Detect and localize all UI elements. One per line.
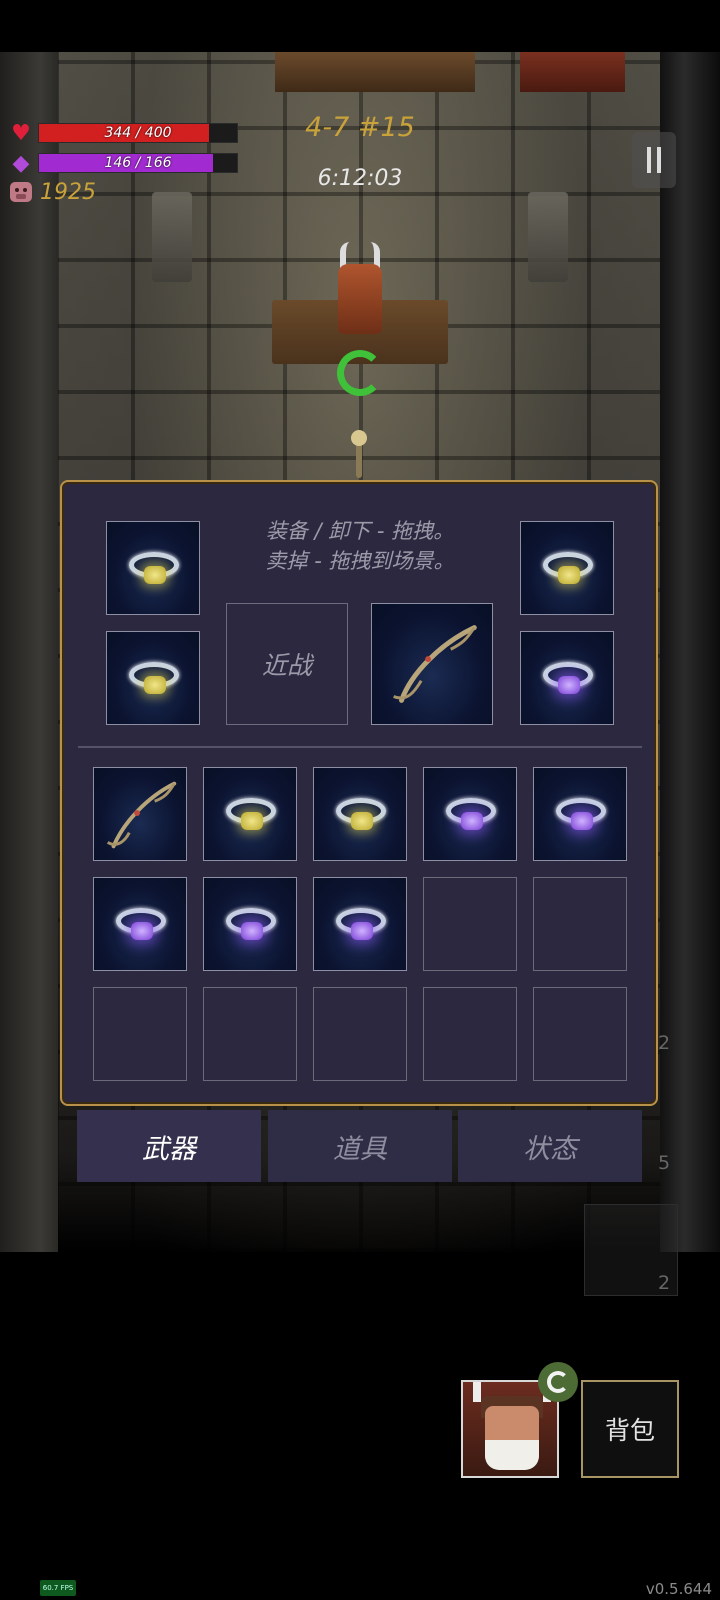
- backpack-button[interactable]: 背包: [581, 1380, 679, 1478]
- inventory-slot[interactable]: [93, 767, 187, 861]
- mp-row: ◆ 146 / 166: [8, 150, 238, 176]
- pig-icon: [8, 179, 34, 205]
- inventory-slot-empty[interactable]: [533, 987, 627, 1081]
- side-count: 5: [658, 1152, 671, 1174]
- inventory-slot[interactable]: [423, 767, 517, 861]
- portrait-beard: [485, 1440, 539, 1470]
- chest-prop: [520, 52, 625, 92]
- mana-crystal-icon: ◆: [12, 150, 30, 176]
- instructions-equip: 装备 / 卸下 - 拖拽。: [265, 519, 455, 543]
- inventory-slot[interactable]: [93, 877, 187, 971]
- hp-row: ♥ 344 / 400: [8, 120, 238, 146]
- pause-icon-bar: [657, 147, 661, 173]
- inventory-slot[interactable]: [313, 767, 407, 861]
- dungeon-wall-left: [0, 52, 58, 1252]
- inventory-slot[interactable]: [203, 767, 297, 861]
- version-label: v0.5.644: [645, 1580, 712, 1598]
- merchant-character[interactable]: [330, 242, 390, 342]
- equip-slot-weapon[interactable]: [371, 603, 493, 725]
- inventory-slot-empty[interactable]: [533, 877, 627, 971]
- statue-left: [152, 192, 192, 282]
- pause-button[interactable]: [632, 132, 676, 188]
- mp-bar: 146 / 166: [38, 153, 238, 173]
- gold-row: 1925: [8, 179, 96, 205]
- instructions-sell: 卖掉 - 拖拽到场景。: [265, 549, 455, 573]
- refresh-icon[interactable]: [337, 350, 383, 396]
- inventory-slot[interactable]: [313, 877, 407, 971]
- dungeon-wall-right: [660, 52, 720, 1252]
- yellow-ring-icon: [543, 552, 593, 586]
- equip-slot-ring-bottom-right[interactable]: [520, 631, 614, 725]
- character-body: [338, 264, 382, 334]
- tab-items[interactable]: 道具: [268, 1110, 452, 1182]
- swap-character-button[interactable]: [538, 1362, 578, 1402]
- heart-icon: ♥: [11, 120, 31, 146]
- inventory-slot-empty[interactable]: [313, 987, 407, 1081]
- hp-text: 344 / 400: [104, 125, 172, 141]
- melee-label: 近战: [261, 651, 312, 680]
- yellow-ring-icon: [226, 798, 276, 832]
- purple-ring-icon: [336, 908, 386, 942]
- purple-ring-icon: [116, 908, 166, 942]
- hp-bar: 344 / 400: [38, 123, 238, 143]
- tab-status[interactable]: 状态: [458, 1110, 642, 1182]
- bow-icon: [106, 781, 177, 849]
- yellow-ring-icon: [129, 552, 179, 586]
- yellow-ring-icon: [336, 798, 386, 832]
- pause-icon: [647, 147, 651, 173]
- inventory-divider: [78, 746, 642, 748]
- tab-weapons[interactable]: 武器: [77, 1110, 261, 1182]
- inventory-slot[interactable]: [203, 877, 297, 971]
- side-count: 2: [658, 1272, 671, 1294]
- level-indicator: 4-7 #15: [305, 112, 415, 143]
- side-count: 2: [658, 1032, 671, 1054]
- purple-ring-icon: [226, 908, 276, 942]
- refresh-icon: [547, 1371, 569, 1393]
- inventory-slot-empty[interactable]: [203, 987, 297, 1081]
- equip-slot-ring-top-right[interactable]: [520, 521, 614, 615]
- run-timer: 6:12:03: [317, 166, 403, 191]
- purple-ring-icon: [543, 662, 593, 696]
- yellow-ring-icon: [129, 662, 179, 696]
- equip-slot-melee[interactable]: 近战: [226, 603, 348, 725]
- inventory-slot-empty[interactable]: [423, 987, 517, 1081]
- staff-prop: [351, 430, 367, 478]
- inventory-slot-empty[interactable]: [423, 877, 517, 971]
- equip-slot-ring-bottom-left[interactable]: [106, 631, 200, 725]
- equip-slot-ring-top-left[interactable]: [106, 521, 200, 615]
- fps-counter: 60.7 FPS: [40, 1580, 76, 1596]
- shelf-prop: [275, 52, 475, 92]
- bow-icon: [393, 625, 477, 703]
- inventory-slot-empty[interactable]: [93, 987, 187, 1081]
- purple-ring-icon: [556, 798, 606, 832]
- mp-text: 146 / 166: [104, 155, 172, 171]
- inventory-slot[interactable]: [533, 767, 627, 861]
- statue-right: [528, 192, 568, 282]
- gold-count: 1925: [40, 179, 96, 205]
- purple-ring-icon: [446, 798, 496, 832]
- inventory-instructions: 装备 / 卸下 - 拖拽。 卖掉 - 拖拽到场景。: [220, 516, 500, 576]
